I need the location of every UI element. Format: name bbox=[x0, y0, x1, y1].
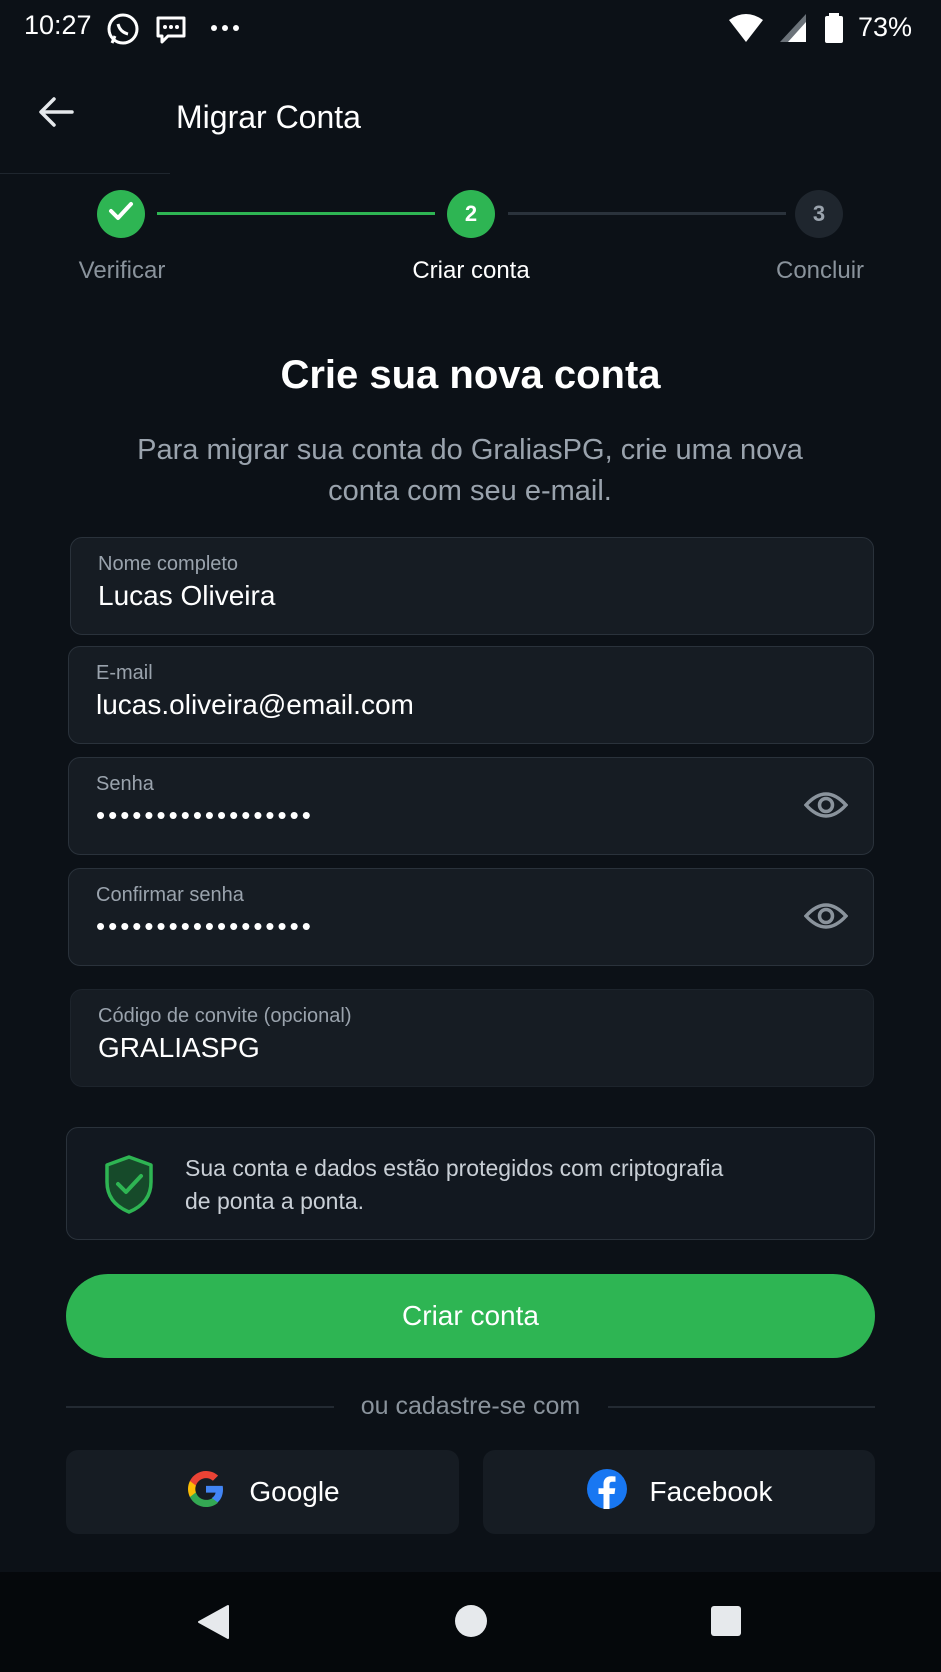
more-dots-icon bbox=[209, 14, 241, 47]
circle-home-icon bbox=[454, 1605, 488, 1642]
confirm-password-value[interactable]: •••••••••••••••••• bbox=[96, 911, 314, 942]
nav-home-button[interactable] bbox=[454, 1604, 488, 1643]
step-connector-1 bbox=[157, 212, 435, 215]
toggle-confirm-password-visibility-button[interactable] bbox=[803, 895, 849, 941]
email-label: E-mail bbox=[96, 662, 153, 684]
eye-icon bbox=[803, 789, 849, 826]
wifi-icon bbox=[727, 12, 765, 49]
full-name-label: Nome completo bbox=[98, 553, 239, 575]
shield-check-icon bbox=[103, 1154, 155, 1219]
step-2-circle: 2 bbox=[447, 190, 495, 238]
nav-back-button[interactable] bbox=[196, 1604, 230, 1645]
toggle-password-visibility-button[interactable] bbox=[803, 784, 849, 830]
signal-icon bbox=[778, 12, 808, 49]
facebook-signup-button[interactable]: Facebook bbox=[483, 1450, 875, 1534]
invite-code-label: Código de convite (opcional) bbox=[98, 1005, 352, 1027]
step-connector-2 bbox=[508, 212, 786, 215]
confirm-password-field[interactable]: Confirmar senha •••••••••••••••••• bbox=[68, 868, 874, 966]
create-account-button[interactable]: Criar conta bbox=[66, 1274, 875, 1358]
battery-icon bbox=[822, 12, 846, 49]
page-title: Crie sua nova conta bbox=[280, 353, 661, 397]
nav-recents-button[interactable] bbox=[710, 1605, 742, 1642]
create-account-label: Criar conta bbox=[402, 1300, 539, 1331]
page-header-title: Migrar Conta bbox=[176, 99, 361, 135]
google-icon bbox=[185, 1468, 227, 1517]
email-field[interactable]: E-mail lucas.oliveira@email.com bbox=[68, 646, 874, 744]
triangle-back-icon bbox=[196, 1605, 230, 1644]
system-navigation-bar bbox=[0, 1572, 941, 1672]
square-recents-icon bbox=[710, 1606, 742, 1641]
header-divider bbox=[0, 173, 170, 174]
facebook-icon bbox=[586, 1468, 628, 1517]
full-name-field[interactable]: Nome completo Lucas Oliveira bbox=[70, 537, 874, 635]
password-field[interactable]: Senha •••••••••••••••••• bbox=[68, 757, 874, 855]
facebook-label: Facebook bbox=[649, 1476, 773, 1507]
full-name-value[interactable]: Lucas Oliveira bbox=[98, 580, 275, 612]
stepper bbox=[97, 190, 145, 238]
eye-icon bbox=[803, 900, 849, 937]
whatsapp-icon bbox=[106, 12, 140, 51]
step-label-concluir: Concluir bbox=[775, 257, 865, 284]
step-1-check bbox=[97, 190, 145, 238]
step-3-circle: 3 bbox=[795, 190, 843, 238]
page-subtitle: Para migrar sua conta do GraliasPG, crie… bbox=[137, 434, 803, 507]
step-label-criar-conta: Criar conta bbox=[412, 257, 530, 284]
arrow-left-icon bbox=[36, 94, 76, 135]
check-icon bbox=[108, 200, 134, 228]
back-button[interactable] bbox=[30, 88, 82, 140]
google-label: Google bbox=[249, 1476, 340, 1507]
confirm-password-label: Confirmar senha bbox=[96, 884, 244, 906]
security-notice: Sua conta e dados estão protegidos com c… bbox=[66, 1127, 875, 1240]
security-notice-text: Sua conta e dados estão protegidos com c… bbox=[185, 1155, 724, 1214]
battery-percentage: 73% bbox=[858, 12, 913, 42]
password-value[interactable]: •••••••••••••••••• bbox=[96, 800, 314, 831]
password-label: Senha bbox=[96, 773, 154, 795]
chat-bubble-icon bbox=[154, 12, 188, 51]
invite-code-value[interactable]: GRALIASPG bbox=[98, 1032, 260, 1064]
email-value[interactable]: lucas.oliveira@email.com bbox=[96, 689, 414, 721]
status-time: 10:27 bbox=[24, 10, 92, 40]
step-label-verificar: Verificar bbox=[78, 257, 166, 284]
divider-line-right bbox=[608, 1406, 875, 1408]
google-signup-button[interactable]: Google bbox=[66, 1450, 459, 1534]
invite-code-field[interactable]: Código de convite (opcional) GRALIASPG bbox=[70, 989, 874, 1087]
